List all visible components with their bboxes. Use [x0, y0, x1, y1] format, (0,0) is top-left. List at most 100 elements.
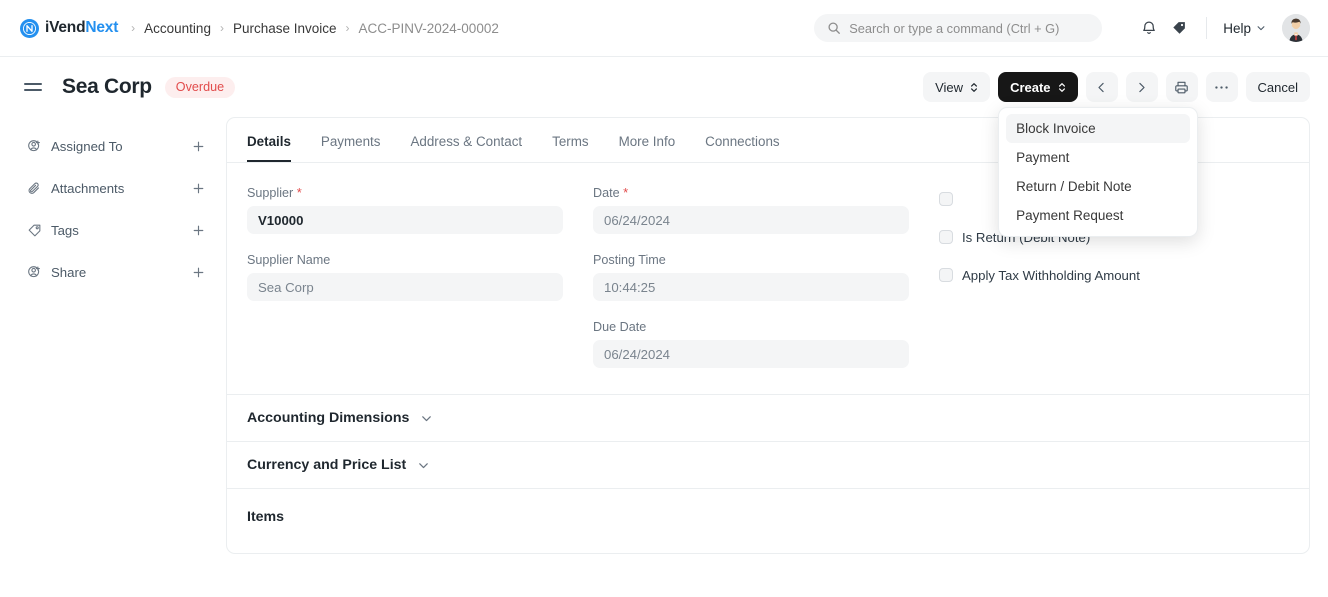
- selector-icon: [970, 82, 978, 93]
- breadcrumb-item-purchase-invoice[interactable]: Purchase Invoice: [233, 21, 337, 36]
- help-menu-button[interactable]: Help: [1219, 17, 1270, 40]
- section-currency-and-price-list[interactable]: Currency and Price List: [227, 441, 1309, 488]
- field-date: Date *: [593, 185, 909, 234]
- brand-text-primary: iVend: [45, 19, 86, 36]
- field-due-date: Due Date: [593, 320, 909, 368]
- chevron-down-icon: [420, 412, 433, 425]
- avatar[interactable]: [1282, 14, 1310, 42]
- create-menu-item-return-debit-note[interactable]: Return / Debit Note: [1006, 172, 1190, 201]
- create-menu-item-block-invoice[interactable]: Block Invoice: [1006, 114, 1191, 143]
- user-avatar: [1282, 14, 1310, 42]
- required-marker: *: [296, 185, 302, 200]
- tag-icon: [26, 222, 42, 238]
- search-input[interactable]: [849, 20, 1090, 36]
- page-header: Sea Corp Overdue View Create Block Invoi…: [0, 57, 1328, 237]
- print-button[interactable]: [1165, 72, 1198, 102]
- hamburger-menu-icon[interactable]: [24, 74, 50, 100]
- selector-icon: [1058, 82, 1066, 93]
- navbar-divider: [1206, 17, 1208, 39]
- checkbox-row-apply-tax-withholding: Apply Tax Withholding Amount: [939, 265, 1289, 285]
- brand-logo[interactable]: iVendNext: [20, 18, 118, 38]
- add-attachment-button[interactable]: [188, 178, 208, 198]
- sidebar-item-label: Attachments: [51, 180, 125, 196]
- section-accounting-dimensions[interactable]: Accounting Dimensions: [227, 394, 1309, 441]
- help-label: Help: [1223, 20, 1251, 36]
- supplier-name-input[interactable]: [247, 273, 563, 301]
- sidebar-item-label: Share: [51, 264, 87, 280]
- tab-payments[interactable]: Payments: [321, 134, 381, 162]
- breadcrumb-separator: ›: [219, 21, 224, 35]
- create-button-label: Create: [1010, 79, 1051, 95]
- bell-icon: [1141, 20, 1157, 36]
- add-share-button[interactable]: [188, 262, 208, 282]
- section-title: Items: [247, 508, 285, 525]
- breadcrumb-separator: ›: [345, 21, 350, 35]
- sidebar-item-assigned-to[interactable]: Assigned To: [26, 125, 208, 167]
- supplier-name-label: Supplier Name: [247, 253, 331, 267]
- breadcrumb-item-current: ACC-PINV-2024-00002: [358, 20, 499, 36]
- tab-details[interactable]: Details: [247, 134, 291, 162]
- form-column-middle: Date * Posting Time Due Date: [593, 185, 909, 368]
- more-options-button[interactable]: [1205, 72, 1238, 102]
- search-box[interactable]: [814, 14, 1103, 42]
- sidebar: Assigned To Attachments Tags Share: [0, 117, 226, 554]
- sidebar-item-label: Tags: [51, 222, 79, 238]
- create-dropdown-menu: Block Invoice Payment Return / Debit Not…: [998, 107, 1199, 237]
- page-actions: View Create Block Invoice Payment Return…: [923, 72, 1310, 237]
- prev-document-button[interactable]: [1085, 72, 1118, 102]
- sidebar-item-attachments[interactable]: Attachments: [26, 167, 208, 209]
- printer-icon: [1174, 80, 1189, 95]
- breadcrumb-item-accounting[interactable]: Accounting: [144, 21, 211, 36]
- posting-time-input[interactable]: [593, 273, 909, 301]
- breadcrumb: › Accounting › Purchase Invoice › ACC-PI…: [122, 21, 499, 36]
- field-supplier-name: Supplier Name: [247, 253, 563, 301]
- due-date-input[interactable]: [593, 340, 909, 368]
- supplier-label: Supplier *: [247, 185, 302, 200]
- posting-time-label: Posting Time: [593, 253, 666, 267]
- checkbox-hidden[interactable]: [939, 192, 953, 206]
- paperclip-icon: [26, 180, 42, 196]
- checkbox-apply-tax-withholding[interactable]: [939, 268, 953, 282]
- chevron-down-icon: [1256, 23, 1266, 33]
- tags-button[interactable]: [1164, 13, 1194, 43]
- status-badge: Overdue: [164, 76, 236, 98]
- brand-text: iVendNext: [45, 19, 118, 37]
- due-date-label: Due Date: [593, 320, 647, 334]
- section-items: Items: [227, 488, 1309, 544]
- notifications-button[interactable]: [1134, 13, 1164, 43]
- next-document-button[interactable]: [1125, 72, 1158, 102]
- create-menu-item-payment-request[interactable]: Payment Request: [1006, 201, 1190, 230]
- create-menu-item-payment[interactable]: Payment: [1006, 143, 1190, 172]
- brand-text-accent: Next: [85, 19, 119, 36]
- chevron-right-icon: [1135, 81, 1148, 94]
- ellipsis-icon: [1214, 85, 1229, 90]
- checkbox-is-return[interactable]: [939, 230, 953, 244]
- sidebar-item-share[interactable]: Share: [26, 251, 208, 293]
- tab-more-info[interactable]: More Info: [619, 134, 676, 162]
- top-navbar: iVendNext › Accounting › Purchase Invoic…: [0, 0, 1328, 57]
- view-button-label: View: [935, 79, 964, 95]
- breadcrumb-separator: ›: [131, 21, 136, 35]
- search-icon: [827, 21, 841, 35]
- add-tag-button[interactable]: [188, 220, 208, 240]
- field-supplier: Supplier *: [247, 185, 563, 234]
- sidebar-item-tags[interactable]: Tags: [26, 209, 208, 251]
- section-title: Currency and Price List: [247, 457, 407, 473]
- field-posting-time: Posting Time: [593, 253, 909, 301]
- form-column-left: Supplier * Supplier Name: [247, 185, 563, 368]
- checkbox-label: Apply Tax Withholding Amount: [962, 267, 1140, 283]
- date-label: Date *: [593, 185, 629, 200]
- chevron-left-icon: [1095, 81, 1108, 94]
- supplier-input[interactable]: [247, 206, 563, 234]
- tab-terms[interactable]: Terms: [552, 134, 588, 162]
- tab-address-contact[interactable]: Address & Contact: [410, 134, 522, 162]
- view-button[interactable]: View: [923, 72, 991, 102]
- add-assigned-to-button[interactable]: [188, 136, 208, 156]
- navbar-right-group: Help: [814, 13, 1310, 43]
- date-input[interactable]: [593, 206, 909, 234]
- sidebar-item-label: Assigned To: [51, 138, 123, 154]
- create-button[interactable]: Create: [998, 72, 1078, 102]
- cancel-button[interactable]: Cancel: [1245, 72, 1310, 102]
- tab-connections[interactable]: Connections: [705, 134, 779, 162]
- chevron-down-icon: [417, 459, 430, 472]
